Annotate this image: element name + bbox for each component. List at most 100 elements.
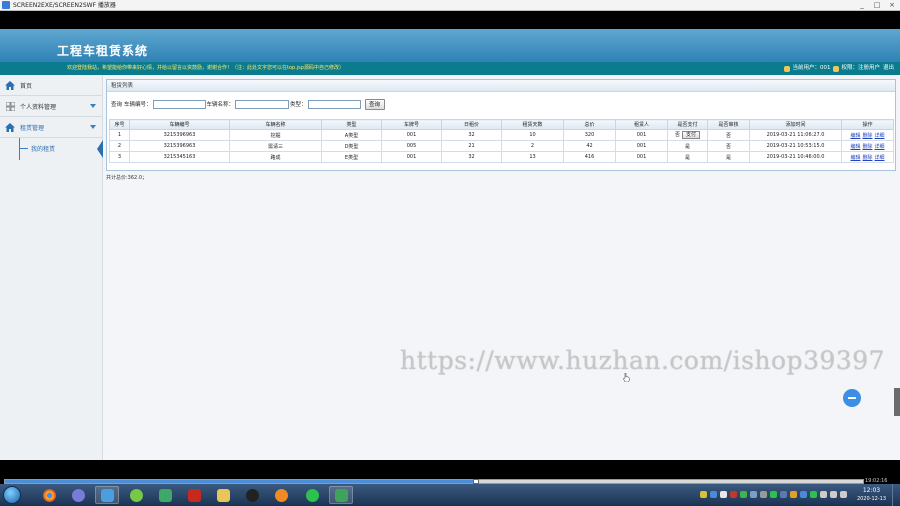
taskbar-app-11[interactable]	[329, 486, 353, 504]
app-icon	[100, 488, 114, 502]
help-chat-icon[interactable]	[843, 389, 861, 407]
tray-icon[interactable]	[700, 491, 707, 498]
window-controls: _ □ ×	[858, 1, 896, 10]
type-label: 类型：	[290, 102, 307, 108]
tray-icon[interactable]	[750, 491, 757, 498]
rental-list-panel: 租赁列表 查询 车辆编号： 车辆名称： 类型： 查询 序号 车辆编号 车辆名称 …	[106, 79, 896, 171]
hand-cursor-icon	[623, 373, 630, 382]
home-icon	[5, 80, 15, 90]
column-header: 类型	[321, 119, 382, 130]
tray-icon[interactable]	[840, 491, 847, 498]
delete-link[interactable]: 删除	[862, 144, 872, 150]
taskbar-explorer[interactable]	[211, 486, 235, 504]
clock-date: 2020-12-13	[856, 496, 886, 502]
edit-link[interactable]: 编辑	[850, 144, 860, 150]
tray-icon[interactable]	[740, 491, 747, 498]
column-header: 序号	[109, 119, 130, 130]
tray-icon[interactable]	[830, 491, 837, 498]
vehicle-no-input[interactable]	[152, 99, 206, 109]
active-indicator	[97, 140, 103, 158]
search-prefix: 查询	[111, 102, 123, 108]
tray-icon[interactable]	[770, 491, 777, 498]
taskbar-flash[interactable]	[182, 486, 206, 504]
cell-time: 2019-03-21 10:46:00.0	[749, 151, 842, 163]
taskbar-app-5[interactable]	[153, 486, 177, 504]
cell-ops: 编辑 删除 详细	[841, 129, 894, 141]
letterbox-top	[0, 11, 900, 29]
taskbar-app-3[interactable]	[95, 486, 119, 504]
tray-icon[interactable]	[720, 491, 727, 498]
side-panel-tab[interactable]	[894, 388, 900, 416]
chrome-icon	[42, 488, 56, 502]
logout-link[interactable]: 退出	[883, 64, 894, 73]
taskbar-app-2[interactable]	[66, 486, 90, 504]
sidebar-item-label: 租赁管理	[20, 124, 45, 132]
detail-link[interactable]: 详细	[875, 133, 885, 139]
tray-icon[interactable]	[730, 491, 737, 498]
show-desktop-button[interactable]	[892, 484, 900, 506]
pay-button[interactable]: 支付	[682, 131, 701, 139]
app-icon	[158, 488, 172, 502]
cell-reviewed: 否	[707, 140, 750, 152]
maximize-button[interactable]: □	[873, 1, 881, 10]
cell-name: 挖掘	[229, 129, 322, 141]
type-input[interactable]	[307, 99, 361, 109]
edit-link[interactable]: 编辑	[850, 133, 860, 139]
column-header: 车辆编号	[129, 119, 230, 130]
cell-time: 2019-03-21 10:53:15.0	[749, 140, 842, 152]
sidebar-item-profile[interactable]: 个人资料管理	[0, 96, 102, 117]
vehicle-name-input[interactable]	[235, 99, 290, 109]
column-header: 总价	[563, 119, 616, 130]
cell-paid: 是	[667, 140, 708, 152]
minimize-button[interactable]: _	[858, 1, 866, 10]
system-clock[interactable]: 12:03 2020-12-13	[857, 487, 886, 503]
cell-renter: 001	[615, 140, 668, 152]
main-content: 租赁列表 查询 车辆编号： 车辆名称： 类型： 查询 序号 车辆编号 车辆名称 …	[106, 77, 896, 460]
cell-reviewed: 否	[707, 129, 750, 141]
cell-no: 3	[109, 151, 130, 163]
watermark-text: https://www.huzhan.com/ishop39397	[400, 346, 886, 375]
delete-link[interactable]: 删除	[862, 133, 872, 139]
tray-icon[interactable]	[760, 491, 767, 498]
sidebar-item-my-rental[interactable]: 我的租赁	[0, 138, 103, 159]
cell-total: 42	[563, 140, 616, 152]
cell-paid: 是	[667, 151, 708, 163]
player-title: SCREEN2EXE/SCREEN2SWF 播放器	[13, 1, 116, 9]
paid-value: 否	[674, 132, 680, 138]
tree-line	[19, 138, 20, 160]
delete-link[interactable]: 删除	[862, 155, 872, 161]
taskbar-chrome[interactable]	[37, 486, 61, 504]
info-bar: 欢迎登陆我站，希望能给你带来好心情，并给以留言以资鼓励，谢谢合作！（注：此处文字…	[0, 62, 900, 75]
sidebar-item-rental[interactable]: 租赁管理	[0, 117, 102, 138]
table-row: 2 3215396963 需请三 D类型 005 21 2 42 001 是 否…	[109, 140, 894, 152]
column-header: 租赁人	[615, 119, 668, 130]
player-title-bar: SCREEN2EXE/SCREEN2SWF 播放器 _ □ ×	[0, 0, 900, 11]
cell-name: 路成	[229, 151, 322, 163]
taskbar-qq[interactable]	[240, 486, 264, 504]
sidebar-item-home[interactable]: 首页	[0, 75, 102, 96]
cell-vehicle-no: 3215396963	[129, 129, 230, 141]
vehicle-no-label: 车辆编号：	[124, 102, 152, 108]
system-tray	[700, 491, 847, 498]
tray-icon[interactable]	[810, 491, 817, 498]
taskbar-app-4[interactable]	[124, 486, 148, 504]
tray-icon[interactable]	[780, 491, 787, 498]
tray-icon[interactable]	[710, 491, 717, 498]
edit-link[interactable]: 编辑	[850, 155, 860, 161]
taskbar-wechat[interactable]	[300, 486, 324, 504]
grid-icon	[5, 101, 15, 111]
taskbar-app-9[interactable]	[269, 486, 293, 504]
tray-icon[interactable]	[790, 491, 797, 498]
search-button[interactable]: 查询	[364, 98, 385, 110]
detail-link[interactable]: 详细	[875, 144, 885, 150]
start-button[interactable]	[3, 486, 21, 504]
cell-days: 13	[501, 151, 564, 163]
cell-type: E类型	[321, 151, 382, 163]
cell-daily: 21	[441, 140, 502, 152]
detail-link[interactable]: 详细	[875, 155, 885, 161]
tray-icon[interactable]	[820, 491, 827, 498]
clock-time: 12:03	[862, 487, 881, 494]
close-button[interactable]: ×	[888, 1, 896, 10]
tray-icon[interactable]	[800, 491, 807, 498]
key-icon	[833, 65, 840, 72]
